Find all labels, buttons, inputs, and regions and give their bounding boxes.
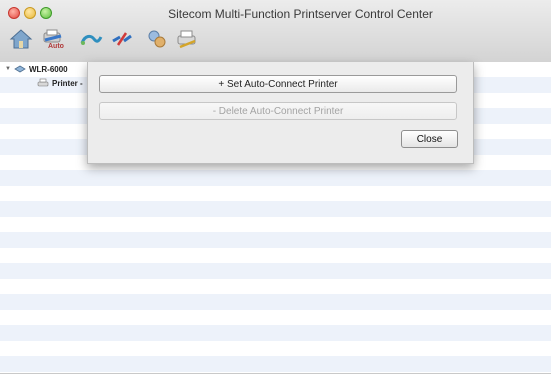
tree-row-printer[interactable]: Printer - — [37, 76, 83, 90]
window-title: Sitecom Multi-Function Printserver Contr… — [168, 7, 433, 21]
window-zoom-button[interactable] — [40, 7, 52, 19]
disconnect-icon[interactable] — [110, 27, 134, 51]
auto-badge: Auto — [48, 43, 64, 50]
printer-label: Printer - — [52, 78, 83, 88]
printer-tool-icon[interactable] — [175, 27, 199, 51]
close-button[interactable]: Close — [401, 130, 458, 148]
auto-connect-sheet: + Set Auto-Connect Printer - Delete Auto… — [87, 62, 474, 164]
title-bar: Sitecom Multi-Function Printserver Contr… — [0, 0, 551, 63]
connect-icon[interactable] — [79, 27, 103, 51]
home-icon[interactable] — [9, 27, 33, 51]
network-device-icon — [14, 64, 26, 74]
app-window: Sitecom Multi-Function Printserver Contr… — [0, 0, 551, 378]
settings-icon[interactable] — [145, 27, 169, 51]
disclosure-triangle-icon[interactable]: ▼ — [5, 66, 11, 72]
window-minimize-button[interactable] — [24, 7, 36, 19]
printer-icon — [37, 78, 49, 88]
window-bottom-border — [0, 373, 551, 374]
device-label: WLR-6000 — [28, 64, 68, 74]
auto-connect-icon[interactable]: Auto — [41, 27, 65, 51]
set-auto-connect-button[interactable]: + Set Auto-Connect Printer — [99, 75, 457, 93]
window-close-button[interactable] — [8, 7, 20, 19]
delete-auto-connect-button[interactable]: - Delete Auto-Connect Printer — [99, 102, 457, 120]
tree-row-device[interactable]: ▼ WLR-6000 — [5, 62, 68, 76]
